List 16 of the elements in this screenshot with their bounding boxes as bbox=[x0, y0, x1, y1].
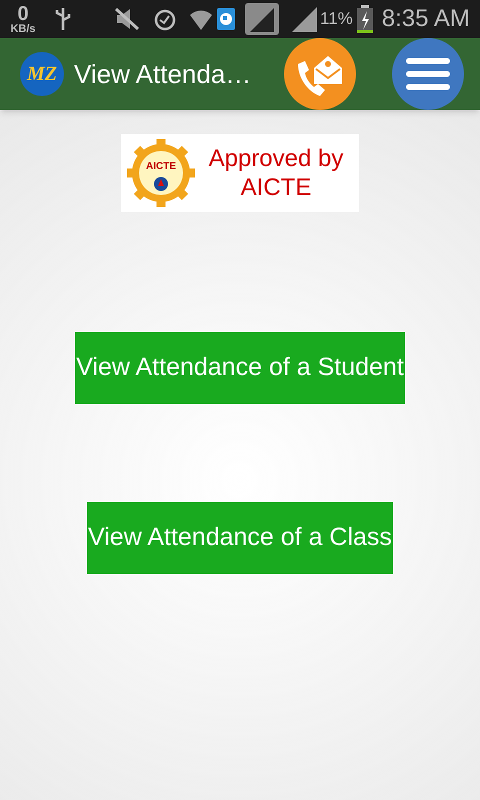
banner-text: Approved by AICTE bbox=[208, 144, 344, 202]
clock: 8:35 AM bbox=[382, 4, 470, 34]
app-title: View Attenda… bbox=[74, 58, 252, 90]
usb-icon bbox=[54, 6, 72, 32]
emblem-text: AICTE bbox=[146, 160, 176, 174]
action-button[interactable]: View Attendance of a Student bbox=[75, 332, 405, 404]
mute-icon bbox=[114, 7, 140, 31]
network-speed: 0 bbox=[17, 4, 29, 24]
network-speed-unit: KB/s bbox=[10, 24, 36, 34]
menu-icon bbox=[405, 56, 451, 92]
battery-percent: 11% bbox=[320, 8, 353, 30]
gear-emblem-icon bbox=[125, 137, 197, 209]
battery-charging-icon bbox=[356, 5, 374, 33]
action-button[interactable]: View Attendance of a Class bbox=[87, 502, 393, 574]
app-logo[interactable]: MZ bbox=[20, 52, 64, 96]
signal-icon bbox=[290, 6, 318, 32]
